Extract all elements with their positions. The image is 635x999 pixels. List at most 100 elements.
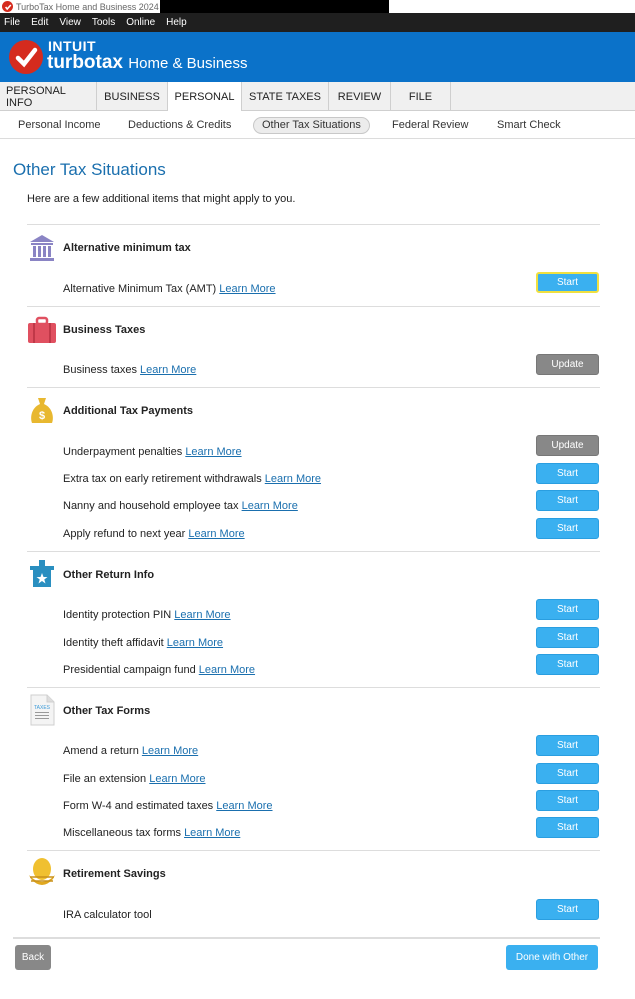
list-item: Miscellaneous tax forms Learn More xyxy=(63,827,240,839)
list-item: Identity theft affidavit Learn More xyxy=(63,637,223,649)
learn-more-link[interactable]: Learn More xyxy=(140,364,196,376)
subnav-deductions-credits[interactable]: Deductions & Credits xyxy=(120,117,239,134)
start-button[interactable]: Start xyxy=(536,654,599,675)
section-title: Alternative minimum tax xyxy=(63,242,191,254)
item-label: Underpayment penalties xyxy=(63,446,183,458)
learn-more-link[interactable]: Learn More xyxy=(199,664,255,676)
product-name: turbotax xyxy=(47,52,123,73)
learn-more-link[interactable]: Learn More xyxy=(265,473,321,485)
money-bag-icon: $ xyxy=(27,396,57,426)
tab-state-taxes[interactable]: STATE TAXES xyxy=(242,82,329,111)
start-button[interactable]: Start xyxy=(536,899,599,920)
learn-more-link[interactable]: Learn More xyxy=(184,827,240,839)
page-title: Other Tax Situations xyxy=(13,160,166,179)
section-divider xyxy=(27,850,600,851)
subnav-other-tax-situations[interactable]: Other Tax Situations xyxy=(253,117,370,134)
section-divider xyxy=(27,224,600,225)
item-label: Nanny and household employee tax xyxy=(63,500,239,512)
subnav-smart-check[interactable]: Smart Check xyxy=(489,117,569,134)
turbotax-wordmark: turbotax Home & Business xyxy=(47,52,248,74)
list-item: Alternative Minimum Tax (AMT) Learn More xyxy=(63,283,276,295)
list-item: Amend a return Learn More xyxy=(63,745,198,757)
learn-more-link[interactable]: Learn More xyxy=(242,500,298,512)
start-button[interactable]: Start xyxy=(536,272,599,293)
item-label: Presidential campaign fund xyxy=(63,664,196,676)
menu-help[interactable]: Help xyxy=(166,17,187,28)
section-title: Additional Tax Payments xyxy=(63,405,193,417)
learn-more-link[interactable]: Learn More xyxy=(174,609,230,621)
learn-more-link[interactable]: Learn More xyxy=(219,283,275,295)
tab-file[interactable]: FILE xyxy=(391,82,451,111)
learn-more-link[interactable]: Learn More xyxy=(149,773,205,785)
sub-navigation: Personal Income Deductions & Credits Oth… xyxy=(0,111,635,139)
start-button[interactable]: Start xyxy=(536,463,599,484)
main-tabs: PERSONAL INFO BUSINESS PERSONAL STATE TA… xyxy=(0,82,635,112)
menu-tools[interactable]: Tools xyxy=(92,17,115,28)
bank-icon xyxy=(27,233,57,263)
item-label: Extra tax on early retirement withdrawal… xyxy=(63,473,262,485)
start-button[interactable]: Start xyxy=(536,518,599,539)
done-with-other-button[interactable]: Done with Other xyxy=(506,945,598,970)
list-item: File an extension Learn More xyxy=(63,773,206,785)
tab-business[interactable]: BUSINESS xyxy=(97,82,168,111)
ballot-box-icon xyxy=(27,559,57,589)
list-item: Presidential campaign fund Learn More xyxy=(63,664,255,676)
tab-review[interactable]: REVIEW xyxy=(329,82,391,111)
menu-file[interactable]: File xyxy=(4,17,20,28)
learn-more-link[interactable]: Learn More xyxy=(167,637,223,649)
back-button[interactable]: Back xyxy=(15,945,51,970)
briefcase-icon xyxy=(27,315,57,345)
start-button[interactable]: Start xyxy=(536,763,599,784)
page-intro: Here are a few additional items that mig… xyxy=(27,193,296,205)
item-label: File an extension xyxy=(63,773,147,785)
menu-online[interactable]: Online xyxy=(126,17,155,28)
list-item: Identity protection PIN Learn More xyxy=(63,609,231,621)
item-label: Identity theft affidavit xyxy=(63,637,164,649)
update-button[interactable]: Update xyxy=(536,354,599,375)
menu-edit[interactable]: Edit xyxy=(31,17,48,28)
window-titlebar: TurboTax Home and Business 2024 - xyxy=(0,0,635,13)
subnav-personal-income[interactable]: Personal Income xyxy=(10,117,109,134)
learn-more-link[interactable]: Learn More xyxy=(188,528,244,540)
menu-view[interactable]: View xyxy=(59,17,81,28)
section-title: Retirement Savings xyxy=(63,868,166,880)
item-label: Alternative Minimum Tax (AMT) xyxy=(63,283,217,295)
start-button[interactable]: Start xyxy=(536,817,599,838)
item-label: Miscellaneous tax forms xyxy=(63,827,181,839)
list-item: Apply refund to next year Learn More xyxy=(63,528,245,540)
learn-more-link[interactable]: Learn More xyxy=(142,745,198,757)
item-label: Apply refund to next year xyxy=(63,528,186,540)
section-title: Business Taxes xyxy=(63,324,146,336)
nest-egg-icon xyxy=(27,858,57,888)
redacted-region xyxy=(160,0,389,13)
list-item: Business taxes Learn More xyxy=(63,364,196,376)
item-label: Identity protection PIN xyxy=(63,609,172,621)
list-item: Extra tax on early retirement withdrawal… xyxy=(63,473,321,485)
update-button[interactable]: Update xyxy=(536,435,599,456)
edition-name: Home & Business xyxy=(128,55,248,72)
learn-more-link[interactable]: Learn More xyxy=(185,446,241,458)
start-button[interactable]: Start xyxy=(536,627,599,648)
learn-more-link[interactable]: Learn More xyxy=(216,800,272,812)
turbotax-logo-icon xyxy=(9,40,43,74)
list-item: Form W-4 and estimated taxes Learn More xyxy=(63,800,273,812)
tab-personal[interactable]: PERSONAL xyxy=(168,82,242,112)
tab-personal-info[interactable]: PERSONAL INFO xyxy=(0,82,97,111)
list-item: IRA calculator tool xyxy=(63,909,152,921)
list-item: Nanny and household employee tax Learn M… xyxy=(63,500,298,512)
start-button[interactable]: Start xyxy=(536,790,599,811)
section-title: Other Return Info xyxy=(63,569,155,581)
section-title: Other Tax Forms xyxy=(63,705,151,717)
tax-document-icon: TAXES xyxy=(27,694,57,726)
start-button[interactable]: Start xyxy=(536,735,599,756)
svg-text:$: $ xyxy=(39,410,45,422)
section-divider xyxy=(27,387,600,388)
turbotax-check-icon xyxy=(2,1,13,12)
item-label: Form W-4 and estimated taxes xyxy=(63,800,214,812)
taxes-icon-text: TAXES xyxy=(34,705,51,711)
item-label: Business taxes xyxy=(63,364,137,376)
subnav-federal-review[interactable]: Federal Review xyxy=(384,117,476,134)
start-button[interactable]: Start xyxy=(536,490,599,511)
start-button[interactable]: Start xyxy=(536,599,599,620)
section-divider xyxy=(27,551,600,552)
